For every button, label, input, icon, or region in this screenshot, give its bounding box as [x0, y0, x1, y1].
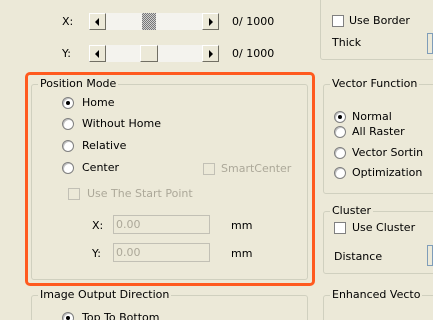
radio-all-raster-label: All Raster [352, 125, 405, 138]
use-border-label: Use Border [349, 14, 410, 27]
thick-input[interactable] [427, 33, 433, 54]
image-output-title: Image Output Direction [38, 288, 172, 302]
start-y-unit: mm [231, 247, 253, 260]
radio-relative-label: Relative [82, 139, 127, 152]
arrow-left-icon [95, 50, 99, 58]
start-y-field[interactable]: 0.00 [113, 243, 210, 262]
distance-input[interactable] [427, 245, 433, 266]
scroll-x-readout: 0/ 1000 [232, 15, 275, 28]
use-cluster-label: Use Cluster [352, 221, 416, 234]
scroll-y-left-button[interactable] [89, 45, 106, 62]
vector-function-title: Vector Function [330, 77, 420, 91]
scroll-x-thumb[interactable] [142, 13, 156, 30]
use-cluster-checkbox[interactable] [334, 222, 346, 234]
scroll-x-left-button[interactable] [89, 13, 106, 30]
scroll-y-bar[interactable] [89, 45, 219, 62]
radio-vector-sorting-label: Vector Sortin [352, 146, 424, 159]
use-start-point-label: Use The Start Point [87, 187, 193, 200]
radio-without-home[interactable] [62, 118, 74, 130]
radio-normal[interactable] [334, 111, 346, 123]
settings-dialog: X: 0/ 1000 Y: 0/ 1000 Use Border Thick P… [0, 0, 433, 320]
scroll-y-thumb[interactable] [140, 45, 158, 62]
radio-home-label: Home [82, 96, 115, 109]
radio-center[interactable] [62, 162, 74, 174]
scroll-x-bar[interactable] [89, 13, 219, 30]
arrow-left-icon [95, 18, 99, 26]
smart-center-label: SmartCenter [221, 162, 292, 175]
cluster-title: Cluster [330, 204, 374, 218]
smart-center-checkbox[interactable] [203, 163, 215, 175]
radio-relative[interactable] [62, 140, 74, 152]
start-x-label: X: [92, 219, 104, 232]
thick-label: Thick [332, 36, 362, 49]
use-start-point-checkbox[interactable] [68, 188, 80, 200]
scroll-y-right-button[interactable] [202, 45, 219, 62]
border-group [320, 0, 433, 60]
start-x-field[interactable]: 0.00 [113, 215, 210, 234]
radio-vector-sorting[interactable] [334, 147, 346, 159]
radio-optimization[interactable] [334, 167, 346, 179]
scroll-x-right-button[interactable] [202, 13, 219, 30]
start-x-unit: mm [231, 219, 253, 232]
use-border-checkbox[interactable] [332, 15, 344, 27]
enhanced-vector-title: Enhanced Vecto [330, 288, 423, 302]
radio-top-to-bottom-label: Top To Bottom [82, 311, 160, 320]
radio-all-raster[interactable] [334, 126, 346, 138]
arrow-right-icon [209, 18, 213, 26]
start-y-label: Y: [92, 247, 101, 260]
radio-center-label: Center [82, 161, 120, 174]
radio-without-home-label: Without Home [82, 117, 161, 130]
scroll-x-label: X: [62, 15, 74, 28]
screenshot-stage: X: 0/ 1000 Y: 0/ 1000 Use Border Thick P… [0, 0, 433, 320]
radio-optimization-label: Optimization [352, 166, 423, 179]
radio-normal-label: Normal [352, 110, 392, 123]
radio-home[interactable] [62, 97, 74, 109]
radio-top-to-bottom[interactable] [62, 312, 74, 320]
position-mode-title: Position Mode [38, 77, 119, 91]
enhanced-vector-group: Enhanced Vecto [323, 288, 433, 320]
distance-label: Distance [334, 250, 383, 263]
arrow-right-icon [209, 50, 213, 58]
scroll-y-readout: 0/ 1000 [232, 47, 275, 60]
scroll-y-label: Y: [62, 47, 71, 60]
